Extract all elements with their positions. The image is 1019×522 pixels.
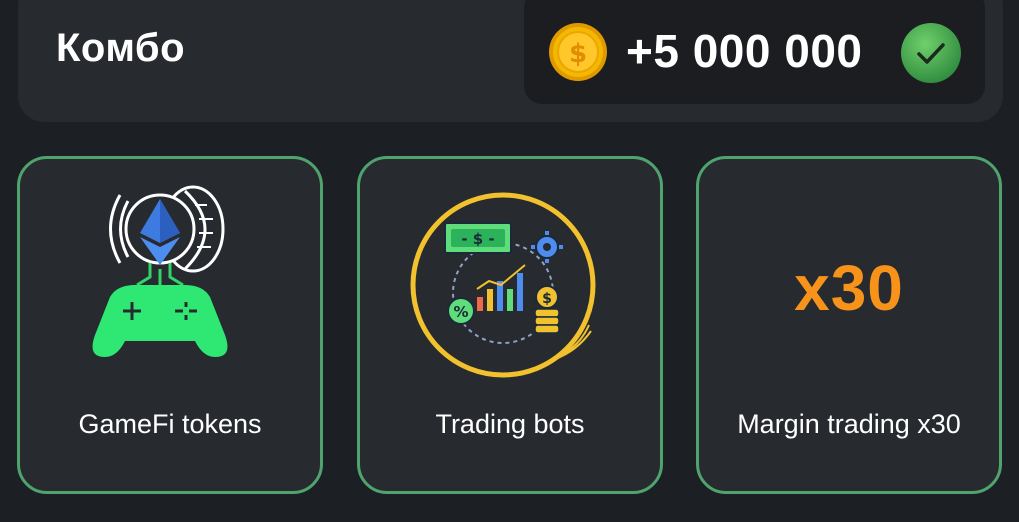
dollar-coin-icon: $: [549, 23, 607, 81]
combo-card-trading-bots[interactable]: - $ - % $ Trading bots: [357, 156, 663, 494]
combo-reward-amount: +5 000 000: [626, 25, 863, 77]
combo-title: Комбо: [56, 26, 186, 70]
card-label-gamefi-tokens: GameFi tokens: [78, 409, 262, 439]
gamepad-ethereum-icon: [92, 185, 228, 357]
svg-text:$: $: [542, 291, 552, 307]
checkmark-icon: [901, 23, 961, 83]
trading-bot-chart-icon: - $ - % $: [410, 192, 596, 378]
svg-text:$: $: [569, 39, 587, 69]
combo-card-margin-trading[interactable]: x30 Margin trading x30: [696, 156, 1002, 494]
card-label-trading-bots: Trading bots: [435, 409, 585, 439]
daily-combo-screen: Комбо $ +5 000 000 GameFi tokens - $ - %…: [0, 0, 1019, 522]
card-label-margin-trading: Margin trading x30: [737, 409, 961, 439]
x30-text-icon: x30: [794, 252, 904, 324]
combo-card-gamefi-tokens[interactable]: GameFi tokens: [17, 156, 323, 494]
svg-text:- $ -: - $ -: [461, 230, 494, 248]
svg-text:%: %: [453, 303, 468, 321]
